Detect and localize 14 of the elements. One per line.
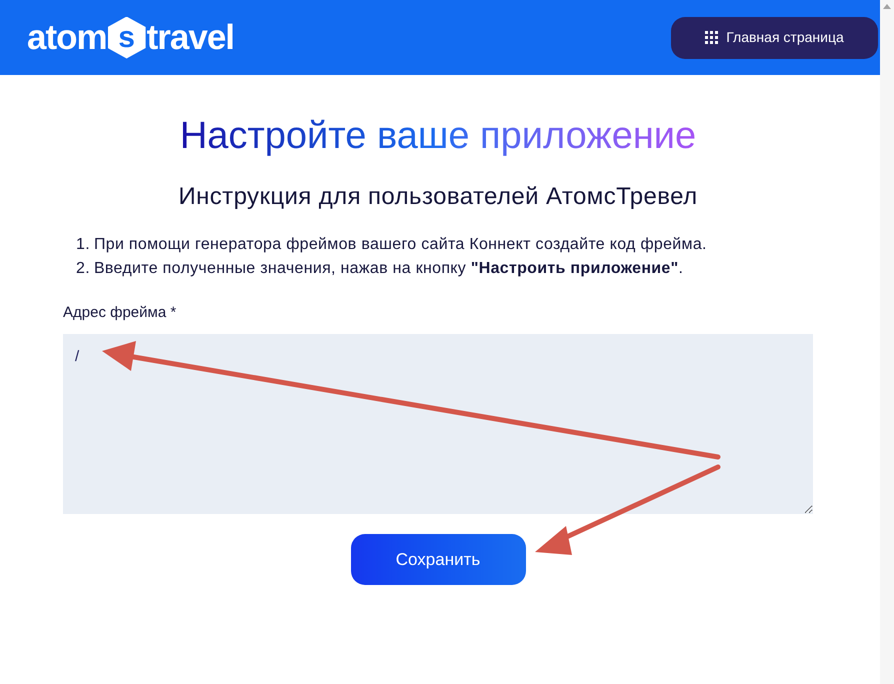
list-number: 2. (76, 259, 90, 279)
page-subtitle: Инструкция для пользователей АтомсТревел (178, 182, 698, 212)
list-number: 1. (76, 235, 90, 255)
frame-address-field[interactable]: / (63, 334, 813, 514)
grid-dots-icon (705, 31, 718, 44)
instruction-text: При помощи генератора фреймов вашего сайта Коннект создайте код фрейма. (94, 235, 707, 255)
logo-text: travel (146, 18, 234, 58)
field-label: Адрес фрейма * (63, 303, 176, 323)
scroll-up-icon[interactable] (883, 4, 891, 9)
logo-text: atom (27, 18, 107, 58)
instruction-text: Введите полученные значения, нажав на кнопку "Настроить приложение". (94, 259, 684, 279)
scrollbar[interactable] (880, 0, 894, 684)
home-button[interactable]: Главная страница (671, 16, 878, 58)
save-button[interactable]: Сохранить (350, 534, 526, 585)
